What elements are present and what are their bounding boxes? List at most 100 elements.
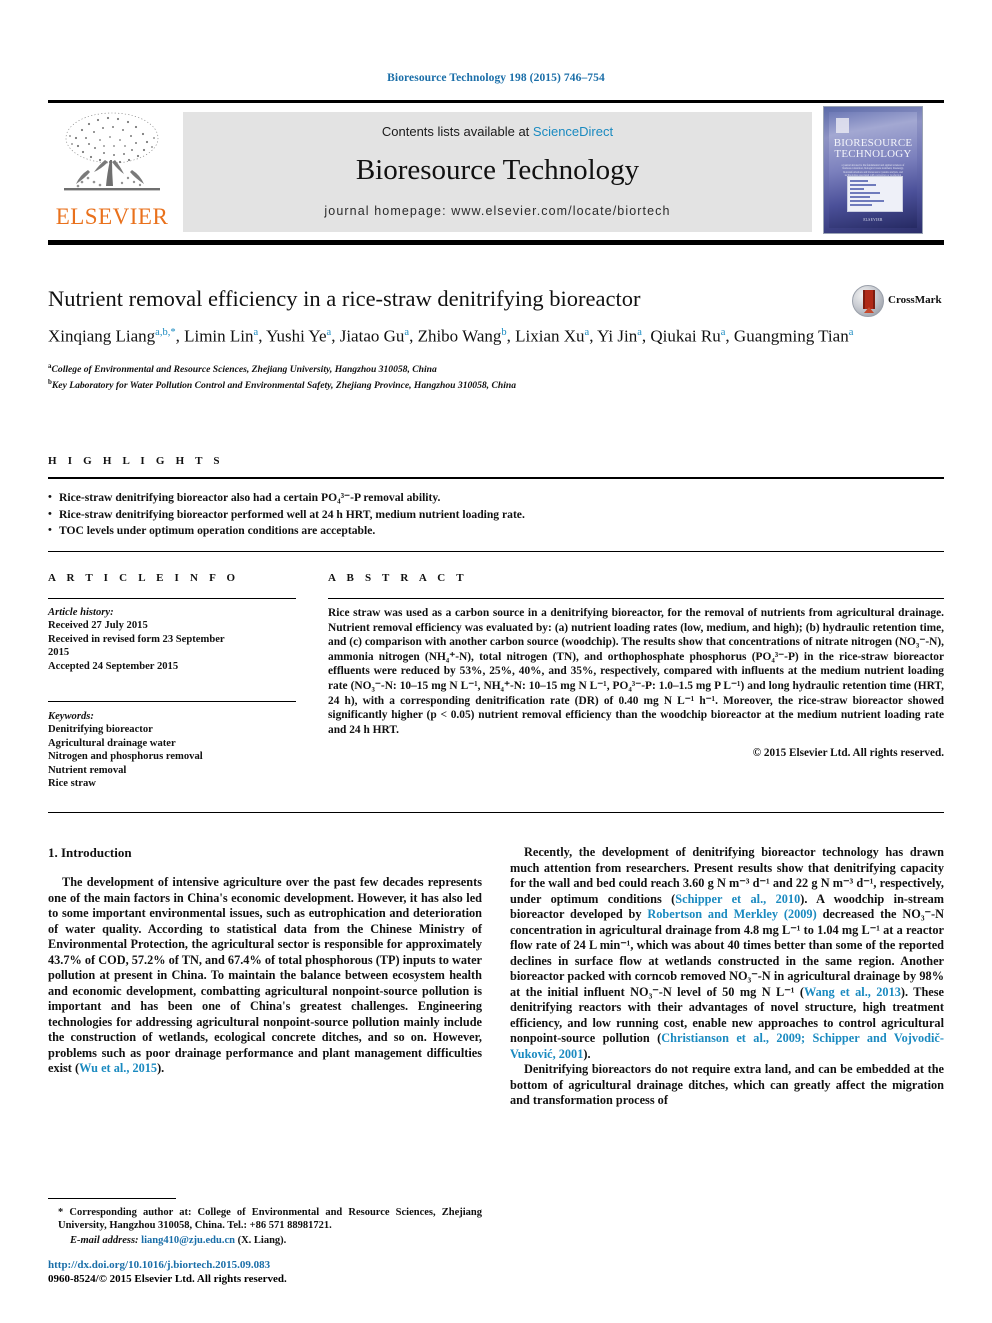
cover-elsevier-mark-icon: [836, 118, 849, 133]
masthead-top-rule: [48, 100, 944, 103]
author-affiliation-marker: a: [253, 327, 259, 338]
intro-paragraph-left: The development of intensive agriculture…: [48, 875, 482, 1077]
doi-link[interactable]: http://dx.doi.org/10.1016/j.biortech.201…: [48, 1258, 482, 1272]
body-left-column: 1. Introduction The development of inten…: [48, 845, 482, 1077]
article-history-line: 2015: [48, 647, 70, 659]
highlight-item: Rice-straw denitrifying bioreactor perfo…: [48, 506, 944, 524]
email-suffix: (X. Liang).: [237, 1234, 287, 1246]
cover-publisher: ELSEVIER: [863, 218, 883, 222]
highlights-list: Rice-straw denitrifying bioreactor also …: [48, 489, 944, 540]
email-link[interactable]: liang410@zju.edu.cn: [141, 1235, 235, 1246]
cover-inner: BIORESOURCE TECHNOLOGY a journal devoted…: [829, 112, 917, 228]
highlight-item: TOC levels under optimum operation condi…: [48, 522, 944, 540]
author-name: Lixian Xu: [515, 326, 585, 346]
contents-prefix: Contents lists available at: [381, 124, 533, 139]
title-block: Nutrient removal efficiency in a rice-st…: [48, 285, 944, 393]
elsevier-tree-icon: [64, 112, 160, 191]
crossmark-circle-icon: [852, 285, 884, 317]
highlights-label: H I G H L I G H T S: [48, 455, 224, 467]
author-name: Limin Lin: [184, 326, 254, 346]
author-name: Guangming Tian: [733, 326, 849, 346]
keywords-rule: [48, 701, 296, 703]
highlight-item: Rice-straw denitrifying bioreactor also …: [48, 489, 944, 507]
abstract-label: A B S T R A C T: [328, 572, 468, 584]
email-label: E-mail address:: [70, 1234, 139, 1246]
footnote-rule: [48, 1198, 176, 1199]
author-name: Jiatao Gu: [339, 326, 405, 346]
intro-left-text: The development of intensive agriculture…: [48, 875, 482, 1075]
crossmark-arrow-icon: [864, 307, 874, 313]
contents-available-line: Contents lists available at ScienceDirec…: [183, 124, 812, 139]
abstract-rule: [328, 598, 944, 599]
author-affiliation-marker: a: [404, 327, 410, 338]
crossmark-badge[interactable]: CrossMark: [852, 285, 942, 319]
article-info-rule: [48, 598, 296, 599]
paper-page: Bioresource Technology 198 (2015) 746–75…: [0, 0, 992, 1323]
right-p1-e: ).: [583, 1046, 591, 1061]
article-history-line: Received in revised form 23 September: [48, 633, 225, 645]
author-name: Zhibo Wang: [417, 326, 502, 346]
masthead-center-panel: Contents lists available at ScienceDirec…: [183, 112, 812, 232]
affiliation-list: aCollege of Environmental and Resource S…: [48, 360, 944, 393]
crossmark-label: CrossMark: [888, 294, 942, 306]
article-info-label: A R T I C L E I N F O: [48, 572, 240, 584]
citation-schipper-2010[interactable]: Schipper et al., 2010: [675, 892, 800, 906]
highlights-top-rule: [48, 477, 944, 479]
cover-figure: [847, 176, 903, 212]
sciencedirect-link[interactable]: ScienceDirect: [533, 124, 613, 139]
article-history-heading: Article history:: [48, 607, 114, 618]
affiliation-line: aCollege of Environmental and Resource S…: [48, 361, 437, 375]
author-affiliation-marker: a: [848, 327, 854, 338]
author-list: Xinqiang Lianga,b,*, Limin Lina, Yushi Y…: [48, 326, 854, 346]
footnote-block: * Corresponding author at: College of En…: [48, 1206, 482, 1247]
elsevier-logo: ELSEVIER: [48, 106, 176, 232]
journal-cover-thumbnail: BIORESOURCE TECHNOLOGY a journal devoted…: [823, 106, 923, 234]
author-name: Yushi Ye: [266, 326, 327, 346]
author-affiliation-marker: a,b,*: [155, 327, 176, 338]
author-name: Xinqiang Liang: [48, 326, 156, 346]
intro-paragraph-right-1: Recently, the development of denitrifyin…: [510, 845, 944, 1062]
elsevier-wordmark: ELSEVIER: [55, 204, 169, 229]
abstract-column: Rice straw was used as a carbon source i…: [328, 606, 944, 759]
journal-masthead: ELSEVIER Contents lists available at Sci…: [48, 106, 944, 234]
email-line: E-mail address: liang410@zju.edu.cn (X. …: [48, 1234, 482, 1247]
cover-title-line-2: TECHNOLOGY: [834, 148, 912, 160]
masthead-bottom-rule: [48, 240, 944, 245]
article-history-lines: Received 27 July 2015 Received in revised…: [48, 619, 296, 673]
highlights-section: Rice-straw denitrifying bioreactor also …: [48, 489, 944, 540]
author-name: Qiukai Ru: [650, 326, 721, 346]
running-head: Bioresource Technology 198 (2015) 746–75…: [387, 72, 605, 84]
intro-left-text-end: ).: [157, 1061, 165, 1075]
cover-title: BIORESOURCE TECHNOLOGY: [829, 138, 917, 160]
highlights-bottom-rule: [48, 551, 944, 552]
body-right-column: Recently, the development of denitrifyin…: [510, 845, 944, 1109]
citation-robertson-merkley-2009[interactable]: Robertson and Merkley (2009): [647, 907, 816, 921]
article-history-block: Article history: Received 27 July 2015 Re…: [48, 606, 296, 673]
keyword-item: Denitrifying bioreactor: [48, 724, 153, 736]
keyword-item: Nitrogen and phosphorus removal: [48, 751, 203, 763]
author-affiliation-marker: b: [501, 327, 507, 338]
keywords-lines: Denitrifying bioreactor Agricultural drai…: [48, 723, 296, 790]
author-affiliation-marker: a: [720, 327, 726, 338]
section-heading-introduction: 1. Introduction: [48, 845, 132, 860]
keyword-item: Nutrient removal: [48, 764, 127, 776]
keyword-item: Agricultural drainage water: [48, 737, 176, 749]
author-affiliation-marker: a: [326, 327, 332, 338]
journal-title: Bioresource Technology: [355, 154, 640, 186]
abstract-copyright: © 2015 Elsevier Ltd. All rights reserved…: [752, 747, 944, 760]
author-affiliation-marker: a: [584, 327, 590, 338]
citation-wu-2015[interactable]: Wu et al., 2015: [79, 1061, 157, 1075]
article-history-line: Accepted 24 September 2015: [48, 660, 179, 672]
page-title: Nutrient removal efficiency in a rice-st…: [48, 286, 641, 311]
citation-wang-2013[interactable]: Wang et al., 2013: [804, 985, 901, 999]
keywords-heading: Keywords:: [48, 711, 94, 723]
corresponding-author-note: * Corresponding author at: College of En…: [58, 1207, 482, 1232]
keywords-block: Keywords: Denitrifying bioreactor Agricul…: [48, 710, 296, 790]
doi-block: http://dx.doi.org/10.1016/j.biortech.201…: [48, 1258, 482, 1286]
affiliation-line: bKey Laboratory for Water Pollution Cont…: [48, 378, 517, 392]
author-name: Yi Jin: [597, 326, 638, 346]
abstract-text: Rice straw was used as a carbon source i…: [328, 607, 944, 736]
article-history-line: Received 27 July 2015: [48, 620, 148, 632]
journal-homepage-line[interactable]: journal homepage: www.elsevier.com/locat…: [183, 204, 812, 218]
intro-paragraph-right-2: Denitrifying bioreactors do not require …: [510, 1062, 944, 1107]
